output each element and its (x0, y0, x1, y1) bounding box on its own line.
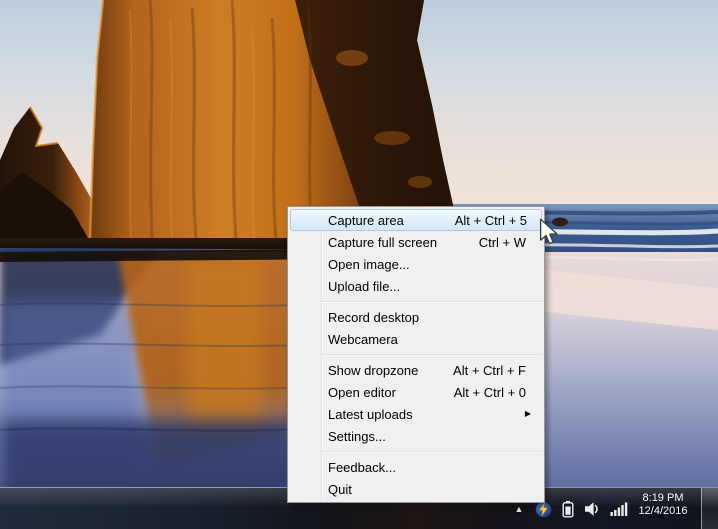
submenu-arrow-icon: ▶ (524, 409, 531, 418)
menu-separator (322, 297, 542, 306)
menu-item-label: Quit (328, 481, 352, 497)
clock-time: 8:19 PM (642, 492, 684, 504)
menu-item-label: Capture area (328, 212, 404, 228)
menu-item-shortcut: Ctrl + W (478, 234, 526, 250)
clock-date: 12/4/2016 (638, 505, 688, 517)
show-hidden-icons-button[interactable]: ▲ (512, 504, 526, 514)
menu-item-settings[interactable]: Settings... (288, 425, 544, 447)
menu-item-label: Record desktop (328, 309, 420, 325)
menu-item-label: Webcamera (328, 331, 398, 347)
menu-item-quit[interactable]: Quit (288, 478, 544, 500)
menu-item-latest-uploads[interactable]: Latest uploads ▶ (288, 403, 544, 425)
menu-item-list: Capture area Alt + Ctrl + 5 Capture full s… (288, 209, 544, 500)
volume-icon[interactable] (584, 501, 601, 517)
tray-context-menu: Capture area Alt + Ctrl + 5 Capture full s… (287, 206, 545, 503)
menu-item-capture-area[interactable]: Capture area Alt + Ctrl + 5 (290, 209, 542, 231)
menu-item-open-editor[interactable]: Open editor Alt + Ctrl + 0 (288, 381, 544, 403)
lightning-app-icon[interactable] (535, 500, 552, 518)
menu-item-label: Settings... (328, 428, 386, 444)
menu-item-record-desktop[interactable]: Record desktop (288, 306, 544, 328)
menu-item-capture-full-screen[interactable]: Capture full screen Ctrl + W (288, 231, 544, 253)
menu-item-label: Open image... (328, 256, 410, 272)
mouse-cursor (539, 218, 558, 245)
battery-icon[interactable] (561, 500, 575, 518)
menu-item-label: Capture full screen (328, 234, 438, 250)
menu-item-label: Upload file... (328, 278, 401, 294)
menu-item-open-image[interactable]: Open image... (288, 253, 544, 275)
menu-separator (322, 350, 542, 359)
menu-item-feedback[interactable]: Feedback... (288, 456, 544, 478)
menu-item-label: Show dropzone (328, 362, 419, 378)
menu-item-shortcut: Alt + Ctrl + F (453, 362, 526, 378)
menu-item-label: Latest uploads (328, 406, 413, 422)
show-desktop-button[interactable] (701, 488, 718, 529)
menu-item-shortcut: Alt + Ctrl + 5 (454, 212, 527, 228)
taskbar-clock[interactable]: 8:19 PM 12/4/2016 (633, 492, 693, 518)
menu-item-label: Open editor (328, 384, 396, 400)
desktop-screen: Capture area Alt + Ctrl + 5 Capture full s… (0, 0, 718, 529)
network-icon[interactable] (610, 501, 628, 517)
menu-item-shortcut: Alt + Ctrl + 0 (453, 384, 526, 400)
menu-item-webcamera[interactable]: Webcamera (288, 328, 544, 350)
menu-item-upload-file[interactable]: Upload file... (288, 275, 544, 297)
menu-separator (322, 447, 542, 456)
menu-item-label: Feedback... (328, 459, 396, 475)
menu-item-show-dropzone[interactable]: Show dropzone Alt + Ctrl + F (288, 359, 544, 381)
